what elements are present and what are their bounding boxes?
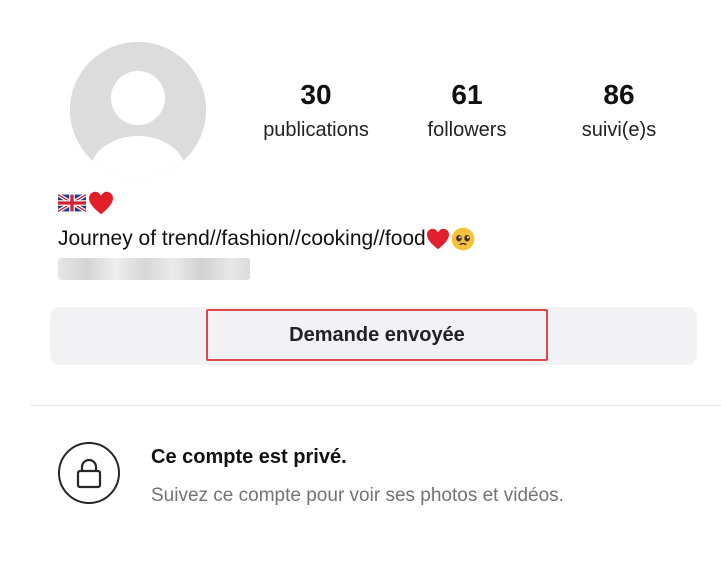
- stat-following[interactable]: 86 suivi(e)s: [566, 78, 672, 142]
- publications-label: publications: [263, 119, 369, 141]
- request-sent-button[interactable]: Demande envoyée: [206, 309, 548, 361]
- stat-publications[interactable]: 30 publications: [248, 78, 384, 142]
- divider: [30, 405, 721, 406]
- red-heart-icon: [426, 228, 449, 250]
- redacted-link: [58, 258, 250, 280]
- red-heart-icon: [89, 191, 113, 215]
- followers-count: 61: [451, 79, 483, 110]
- bio-emoji-line: [58, 190, 114, 216]
- following-label: suivi(e)s: [581, 119, 657, 141]
- pleading-face-icon: [451, 227, 475, 251]
- profile-page: 30 publications 61 followers 86 suivi(e)…: [0, 0, 721, 573]
- lock-icon: [76, 458, 102, 489]
- uk-flag-icon: [58, 194, 86, 212]
- bio-text: Journey of trend//fashion//cooking//food: [58, 227, 426, 250]
- private-account-subtitle: Suivez ce compte pour voir ses photos et…: [151, 485, 564, 506]
- lock-icon-circle: [58, 442, 120, 504]
- publications-count: 30: [300, 79, 332, 110]
- followers-label: followers: [427, 119, 507, 141]
- avatar[interactable]: [70, 42, 206, 178]
- stat-followers[interactable]: 61 followers: [412, 78, 522, 142]
- following-count: 86: [603, 79, 635, 110]
- private-account-title: Ce compte est privé.: [151, 446, 347, 468]
- default-avatar-icon: [70, 42, 206, 178]
- bio-text-line: Journey of trend//fashion//cooking//food: [58, 226, 476, 252]
